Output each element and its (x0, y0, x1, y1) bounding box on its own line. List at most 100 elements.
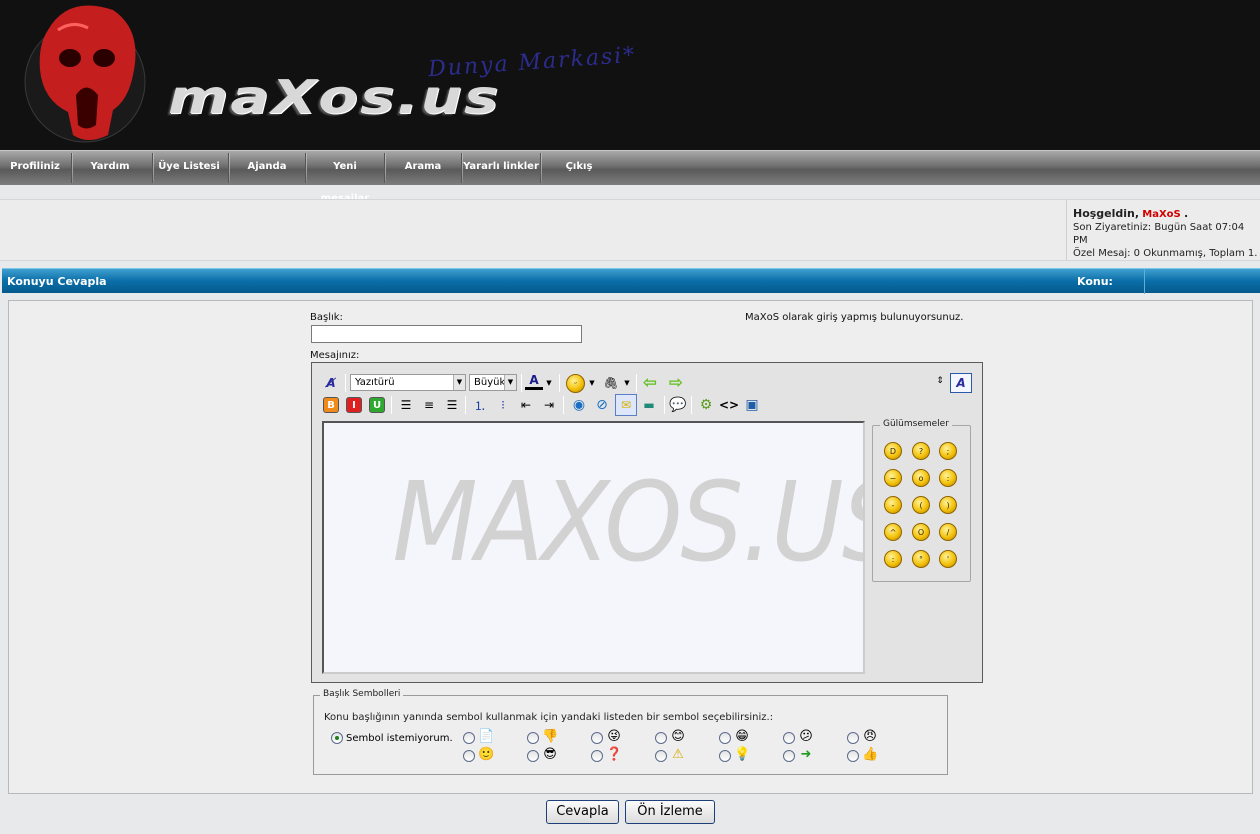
php-icon[interactable]: ▣ (743, 396, 761, 414)
code-icon[interactable]: ⚙ (697, 396, 715, 414)
symbol-radio[interactable] (719, 732, 731, 744)
nav-yardim[interactable]: Yardım (75, 151, 145, 185)
smiley-icon[interactable]: D (884, 442, 902, 460)
nav-arama[interactable]: Arama (388, 151, 458, 185)
unordered-list-icon[interactable]: ⁝ (494, 396, 512, 414)
smiley-menu-icon[interactable]: ᵕ (566, 374, 585, 393)
chevron-down-icon[interactable]: ▼ (544, 374, 554, 392)
lightbulb-icon: 💡 (734, 747, 751, 762)
nav-yararli-linkler[interactable]: Yararlı linkler (463, 151, 539, 185)
last-visit-text: Son Ziyaretiniz: Bugün Saat 07:04 PM (1073, 222, 1245, 246)
chevron-down-icon: ▼ (504, 375, 516, 390)
main-navbar: Profiliniz Yardım Üye Listesi Ajanda Yen… (0, 150, 1260, 204)
preview-button[interactable]: Ön İzleme (625, 800, 715, 824)
chevron-down-icon[interactable]: ▼ (622, 374, 632, 392)
symbol-radio[interactable] (591, 750, 603, 762)
switch-mode-icon[interactable]: A (950, 373, 972, 393)
title-input[interactable] (311, 325, 582, 343)
smile-icon: 😊 (671, 729, 685, 744)
align-center-icon[interactable]: ≡ (420, 396, 438, 414)
nav-cikis[interactable]: Çıkış (544, 151, 614, 185)
reply-header: Konuyu Cevapla Konu: (2, 268, 1260, 294)
align-right-icon[interactable]: ☰ (443, 396, 461, 414)
text-color-icon[interactable]: A (525, 372, 543, 390)
symbol-radio[interactable] (783, 732, 795, 744)
symbol-radio[interactable] (463, 750, 475, 762)
link-icon[interactable]: ◉ (570, 396, 588, 414)
symbol-radio[interactable] (655, 750, 667, 762)
symbol-radio[interactable] (527, 750, 539, 762)
symbol-radio[interactable] (847, 732, 859, 744)
indent-icon[interactable]: ⇥ (540, 396, 558, 414)
font-select[interactable]: Yazıtürü ▼ (350, 374, 466, 391)
italic-icon[interactable]: I (345, 396, 363, 414)
outdent-icon[interactable]: ⇤ (517, 396, 535, 414)
title-symbols-description: Konu başlığının yanında sembol kullanmak… (324, 712, 774, 723)
message-textarea[interactable]: MAXOS.US (322, 421, 865, 674)
happy-icon: 🙂 (478, 747, 495, 762)
chevron-down-icon: ▼ (453, 375, 465, 390)
font-select-value: Yazıtürü (355, 377, 395, 388)
nav-yeni-mesajlar[interactable]: Yeni mesajlar (309, 151, 381, 204)
smiley-icon[interactable]: ° (912, 550, 930, 568)
arrow-right-icon: ➜ (800, 747, 812, 762)
welcome-box: Hoşgeldin, MaXoS . Son Ziyaretiniz: Bugü… (1066, 200, 1260, 260)
symbol-radio[interactable] (591, 732, 603, 744)
smiley-icon[interactable]: ) (939, 496, 957, 514)
submit-reply-button[interactable]: Cevapla (546, 800, 619, 824)
ordered-list-icon[interactable]: ⒈ (471, 396, 489, 414)
smiley-icon[interactable]: ^ (884, 523, 902, 541)
thumbs-up-icon: 👍 (862, 747, 879, 762)
toolbar-separator (636, 374, 637, 392)
symbol-radio[interactable] (783, 750, 795, 762)
title-symbols-legend: Başlık Sembolleri (320, 689, 404, 699)
smiley-icon[interactable]: ~ (884, 469, 902, 487)
thumbs-down-icon: 👎 (542, 729, 559, 744)
undo-icon[interactable]: ⇦ (641, 373, 659, 393)
smiley-icon[interactable]: ( (912, 496, 930, 514)
remove-format-icon[interactable]: A̸ (322, 374, 340, 392)
toolbar-separator (345, 374, 346, 392)
smiley-icon[interactable]: o (912, 469, 930, 487)
welcome-username[interactable]: MaXoS (1142, 209, 1180, 220)
smiley-icon[interactable]: ? (912, 442, 930, 460)
underline-icon[interactable]: U (368, 396, 386, 414)
attachment-icon[interactable]: 🖇 (602, 374, 620, 392)
nav-ajanda[interactable]: Ajanda (232, 151, 302, 185)
size-select[interactable]: Büyük ▼ (469, 374, 517, 391)
logged-in-text: MaXoS olarak giriş yapmış bulunuyorsunuz… (745, 312, 964, 323)
symbol-radio[interactable] (527, 732, 539, 744)
nav-uye-listesi[interactable]: Üye Listesi (156, 151, 222, 185)
document-icon: 📄 (478, 729, 495, 744)
symbol-none-radio[interactable] (331, 732, 343, 744)
nav-separator (228, 153, 230, 183)
toolbar-separator (563, 396, 564, 414)
resize-icon[interactable]: ⇕ (931, 372, 949, 390)
symbol-radio[interactable] (847, 750, 859, 762)
quote-icon[interactable]: 💬 (669, 396, 687, 414)
align-left-icon[interactable]: ☰ (397, 396, 415, 414)
nav-profiliniz[interactable]: Profiliniz (0, 151, 70, 185)
nav-separator (540, 153, 542, 183)
smiley-icon[interactable]: ; (939, 442, 957, 460)
symbol-radio[interactable] (719, 750, 731, 762)
symbol-radio[interactable] (655, 732, 667, 744)
toolbar-separator (521, 374, 522, 392)
email-icon[interactable]: ✉ (615, 394, 637, 416)
chevron-down-icon[interactable]: ▼ (587, 374, 597, 392)
smiley-icon[interactable]: ' (939, 550, 957, 568)
symbol-radio[interactable] (463, 732, 475, 744)
bold-icon[interactable]: B (322, 396, 340, 414)
html-icon[interactable]: <> (719, 396, 739, 414)
private-messages-link[interactable]: Özel Mesaj: 0 Okunmamış, Toplam 1. (1073, 247, 1260, 260)
unlink-icon[interactable]: ⊘ (593, 396, 611, 414)
smiley-icon[interactable]: : (939, 469, 957, 487)
smiley-icon[interactable]: / (939, 523, 957, 541)
toolbar-separator (391, 396, 392, 414)
smiley-icon[interactable]: O (912, 523, 930, 541)
message-editor: A̸ Yazıtürü ▼ Büyük ▼ A ▼ ᵕ ▼ 🖇 ▼ ⇦ ⇨ ⇕ … (311, 362, 983, 683)
smiley-icon[interactable]: - (884, 496, 902, 514)
smiley-icon[interactable]: : (884, 550, 902, 568)
redo-icon[interactable]: ⇨ (667, 373, 685, 393)
image-icon[interactable]: ▬ (640, 396, 658, 414)
